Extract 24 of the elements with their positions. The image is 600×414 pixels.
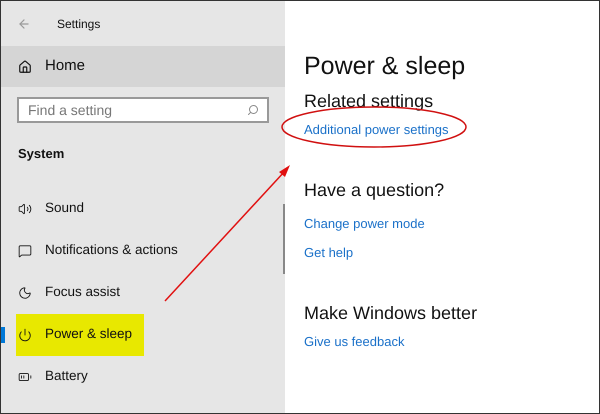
- search-field[interactable]: Find a setting: [17, 97, 269, 123]
- back-icon[interactable]: [17, 16, 31, 30]
- search-icon: [247, 104, 259, 116]
- home-item[interactable]: Home: [1, 46, 285, 87]
- message-icon: [18, 244, 32, 258]
- speaker-icon: [18, 202, 32, 216]
- scrollbar: [283, 204, 285, 274]
- link[interactable]: Give us feedback: [304, 334, 404, 349]
- section-heading: Have a question?: [304, 179, 444, 202]
- section-heading: System: [18, 145, 64, 163]
- nav-item[interactable]: Power & sleep: [16, 314, 144, 356]
- power-icon: [18, 328, 32, 342]
- link[interactable]: Get help: [304, 245, 354, 260]
- section-heading: Make Windows better: [304, 302, 478, 325]
- moon-icon: [18, 286, 32, 300]
- link[interactable]: Change power mode: [304, 216, 425, 231]
- home-icon: [18, 60, 32, 74]
- page-title: Power & sleep: [304, 51, 466, 82]
- section-heading: Related settings: [304, 90, 434, 113]
- window-title: Settings: [57, 16, 100, 32]
- nav-item[interactable]: Notifications & actions: [16, 230, 190, 272]
- nav-item[interactable]: Focus assist: [16, 272, 132, 314]
- nav-item[interactable]: Sound: [16, 188, 96, 230]
- nav-item[interactable]: Battery: [16, 356, 100, 398]
